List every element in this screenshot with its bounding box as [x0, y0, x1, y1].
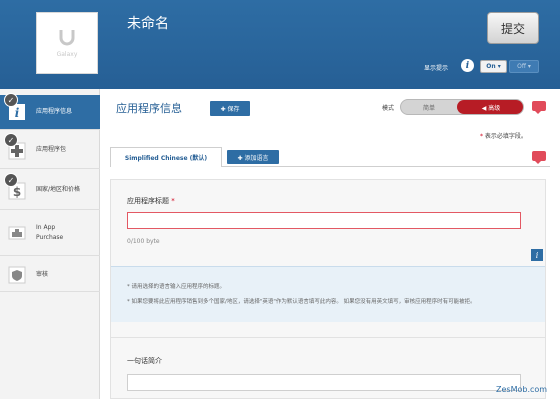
sidebar-item-review[interactable]: 审核 [0, 257, 100, 292]
required-note: * 表示必填字段。 [480, 131, 527, 140]
required-star: * [171, 197, 175, 205]
save-button[interactable]: ✚ 保存 [210, 101, 250, 116]
sidebar-item-country-price[interactable]: $ ✓ 国家/地区和价格 [0, 170, 100, 210]
app-name: 未命名 [127, 16, 169, 32]
sidebar-item-label: In App Purchase [36, 224, 64, 241]
byte-count: 0/100 byte [127, 238, 160, 245]
app-icon-placeholder[interactable]: Galaxy [36, 12, 98, 74]
svg-text:$: $ [13, 185, 21, 199]
app-title-input[interactable] [127, 212, 521, 229]
app-title-label: 应用程序标题 * [127, 196, 175, 206]
slogan-panel: 一句话简介 [110, 337, 546, 399]
svg-text:i: i [15, 106, 20, 120]
app-title-panel: 应用程序标题 * 0/100 byte i * 请用选择的语言输入应用程序的标题… [110, 179, 546, 357]
slogan-label: 一句话简介 [127, 357, 162, 365]
sidebar-item-label: 审核 [36, 271, 49, 278]
tips-on-toggle[interactable]: On ▾ [480, 60, 507, 73]
mode-advanced-option[interactable]: ◀ 高级 [457, 100, 523, 114]
comment-icon[interactable] [532, 151, 546, 164]
app-icon-glyph [58, 28, 76, 49]
info-icon[interactable]: i [461, 59, 474, 72]
sidebar: i ✓ 应用程序信息 ✓ 应用程序包 $ ✓ 国家/地区和价格 In App P… [0, 89, 106, 399]
info-icon[interactable]: i [531, 249, 543, 261]
hint-text: * 请用选择的语言输入应用程序的标题。 [127, 284, 225, 290]
add-language-button[interactable]: ✚ 添加语言 [227, 150, 279, 164]
app-icon-brand: Galaxy [56, 51, 78, 58]
sidebar-item-label: 国家/地区和价格 [36, 186, 81, 193]
comment-icon[interactable] [532, 101, 546, 114]
display-tips-label: 显示提示 [424, 65, 449, 72]
app-header: Galaxy 未命名 提交 显示提示 i On ▾ Off ▾ [0, 0, 560, 89]
sidebar-item-app-info[interactable]: i ✓ 应用程序信息 [0, 93, 106, 130]
u-shape-icon [59, 30, 75, 46]
sidebar-item-label: 应用程序信息 [36, 108, 73, 115]
mode-label: 模式 [382, 105, 395, 112]
mode-simple-option[interactable]: 简单 [401, 100, 457, 114]
app-title-label-text: 应用程序标题 [127, 197, 169, 205]
main-content: 应用程序信息 ✚ 保存 模式 简单 ◀ 高级 * 表示必填字段。 Simplif… [100, 89, 560, 399]
submit-button[interactable]: 提交 [487, 12, 539, 44]
check-badge-icon: ✓ [4, 93, 18, 107]
mode-toggle[interactable]: 简单 ◀ 高级 [400, 99, 524, 115]
in-app-purchase-icon [7, 223, 27, 243]
slogan-input[interactable] [127, 374, 521, 391]
tips-off-toggle[interactable]: Off ▾ [509, 60, 539, 73]
sidebar-item-in-app-purchase[interactable]: In App Purchase [0, 211, 100, 256]
required-note-text: 表示必填字段。 [484, 133, 527, 140]
check-badge-icon: ✓ [4, 173, 18, 187]
check-badge-icon: ✓ [4, 133, 18, 147]
language-bar: Simplified Chinese (默认) ✚ 添加语言 [110, 147, 550, 167]
required-star: * [480, 133, 483, 140]
sidebar-item-label: 应用程序包 [36, 146, 67, 153]
page-title: 应用程序信息 [116, 102, 182, 115]
sidebar-item-binary[interactable]: ✓ 应用程序包 [0, 131, 100, 169]
hint-box: * 请用选择的语言输入应用程序的标题。 * 如果您要将此应用程序销售到多个国家/… [111, 266, 545, 322]
tab-simplified-chinese[interactable]: Simplified Chinese (默认) [110, 147, 222, 167]
hint-text: * 如果您要将此应用程序销售到多个国家/地区，请选择"英语"作为默认语言填写此内… [127, 299, 476, 305]
watermark: ZesMob.com [496, 385, 548, 394]
review-shield-icon [7, 265, 27, 285]
